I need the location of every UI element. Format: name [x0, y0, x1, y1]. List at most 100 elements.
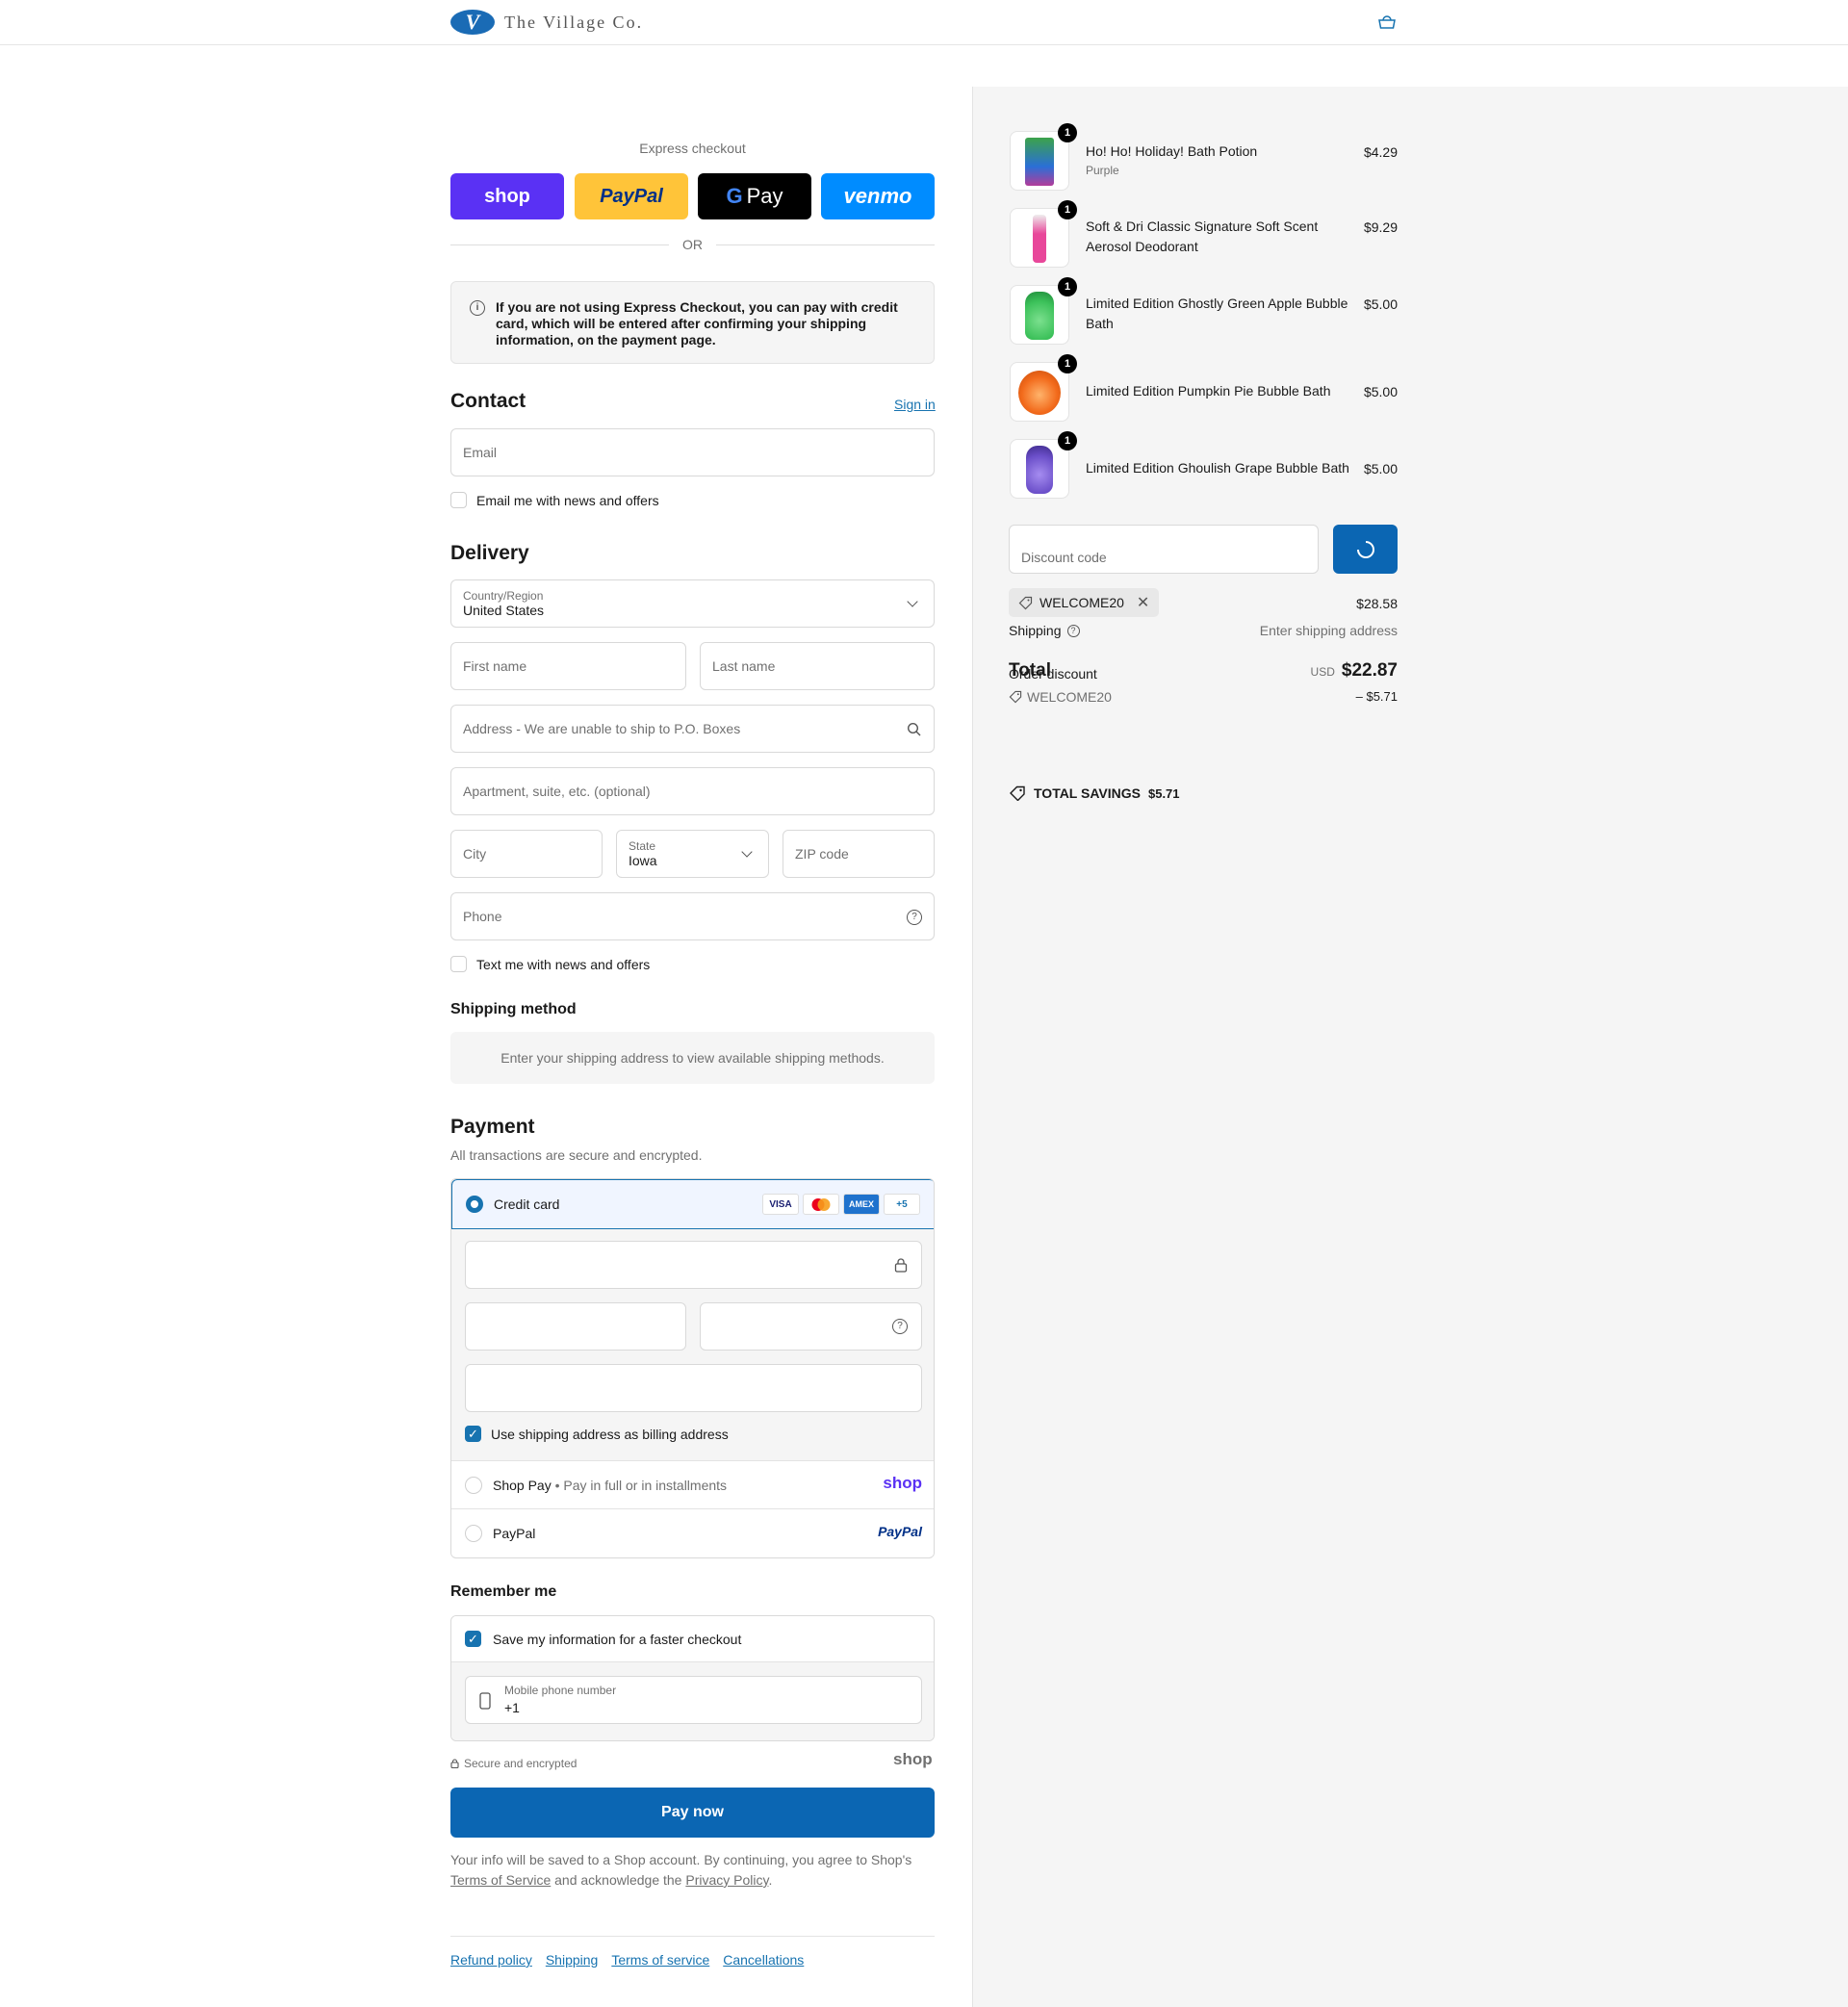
sign-in-link[interactable]: Sign in — [894, 397, 936, 412]
credit-card-radio[interactable] — [466, 1196, 483, 1213]
shop-logo: shop — [893, 1750, 933, 1768]
savings-value: $5.71 — [1147, 785, 1180, 801]
credit-card-option[interactable]: Credit card VISA AMEX +5 — [451, 1179, 934, 1229]
help-icon[interactable]: ? — [892, 1319, 908, 1334]
paypal-logo: PayPal — [878, 1524, 922, 1539]
last-name-field[interactable]: Last name — [700, 642, 935, 690]
express-notice: i If you are not using Express Checkout,… — [450, 281, 935, 364]
expiration-field[interactable] — [465, 1302, 686, 1351]
shop-pay-label: shop — [484, 185, 530, 207]
billing-checkbox[interactable]: ✓ — [465, 1426, 481, 1442]
apartment-field[interactable]: Apartment, suite, etc. (optional) — [450, 767, 935, 815]
shop-pay-option[interactable]: Shop Pay • Pay in full or in installment… — [451, 1460, 934, 1508]
save-info-label: Save my information for a faster checkou… — [493, 1632, 742, 1647]
total-value: $22.87 — [1341, 660, 1398, 681]
product-image — [1026, 446, 1053, 494]
zip-field[interactable]: ZIP code — [783, 830, 935, 878]
product-image — [1025, 292, 1054, 340]
total-label: Total — [1009, 660, 1051, 681]
mobile-phone-field[interactable]: Mobile phone number +1 — [465, 1676, 922, 1724]
legal-part1: Your info will be saved to a Shop accoun… — [450, 1852, 912, 1867]
phone-icon — [479, 1692, 491, 1710]
card-form: ? ✓ Use shipping address as billing addr… — [451, 1229, 934, 1460]
google-pay-button[interactable]: G Pay — [698, 173, 811, 219]
address-field[interactable]: Address - We are unable to ship to P.O. … — [450, 705, 935, 753]
refund-policy-link[interactable]: Refund policy — [450, 1952, 532, 1968]
cart-item-name: Soft & Dri Classic Signature Soft Scent … — [1086, 219, 1319, 254]
payment-title: Payment — [450, 1116, 535, 1138]
close-icon[interactable]: ✕ — [1137, 593, 1149, 612]
phone-field[interactable]: Phone ? — [450, 892, 935, 940]
address-placeholder: Address - We are unable to ship to P.O. … — [463, 721, 741, 736]
terms-link[interactable]: Terms of Service — [450, 1872, 551, 1888]
shop-pay-button[interactable]: shop — [450, 173, 564, 219]
first-name-field[interactable]: First name — [450, 642, 686, 690]
product-image — [1018, 371, 1061, 415]
help-icon[interactable]: ? — [907, 910, 922, 925]
subtotal-value: $28.58 — [1356, 596, 1398, 611]
tag-icon — [1010, 785, 1025, 801]
name-on-card-field[interactable] — [465, 1364, 922, 1412]
chevron-down-icon — [907, 596, 918, 607]
state-value: Iowa — [629, 852, 657, 868]
quantity-badge: 1 — [1058, 200, 1077, 219]
security-code-field[interactable]: ? — [700, 1302, 922, 1351]
bag-icon[interactable] — [1376, 13, 1398, 31]
applied-code: WELCOME20 — [1040, 595, 1124, 610]
email-field[interactable]: Email — [450, 428, 935, 476]
header: V The Village Co. — [0, 0, 1848, 45]
email-news-row: Email me with news and offers — [450, 492, 659, 508]
cart-item-name: Ho! Ho! Holiday! Bath Potion — [1086, 143, 1258, 159]
email-news-checkbox[interactable] — [450, 492, 467, 508]
order-summary-panel — [972, 87, 1848, 2007]
shipping-policy-link[interactable]: Shipping — [546, 1952, 599, 1968]
shop-pay-radio[interactable] — [465, 1477, 482, 1494]
email-news-label: Email me with news and offers — [476, 492, 659, 508]
privacy-link[interactable]: Privacy Policy — [685, 1872, 768, 1888]
product-thumbnail: 1 — [1010, 277, 1077, 345]
product-thumbnail: 1 — [1010, 123, 1077, 191]
terms-of-service-link[interactable]: Terms of service — [611, 1952, 709, 1968]
state-label: State — [629, 838, 656, 853]
save-info-checkbox[interactable]: ✓ — [465, 1631, 481, 1647]
save-info-row[interactable]: ✓ Save my information for a faster check… — [451, 1616, 934, 1662]
text-news-checkbox[interactable] — [450, 956, 467, 972]
contact-title: Contact — [450, 390, 526, 412]
footer-divider — [450, 1936, 935, 1937]
text-news-label: Text me with news and offers — [476, 956, 651, 972]
help-icon[interactable]: ? — [1066, 624, 1080, 637]
cart-item-name: Limited Edition Pumpkin Pie Bubble Bath — [1086, 383, 1331, 399]
apply-discount-button[interactable] — [1333, 525, 1398, 574]
currency-code: USD — [1310, 665, 1335, 679]
zip-placeholder: ZIP code — [795, 846, 849, 862]
store-logo[interactable]: V The Village Co. — [450, 10, 643, 35]
product-thumbnail: 1 — [1010, 354, 1077, 422]
cart-item-price: $4.29 — [1363, 144, 1398, 160]
cart-item-name: Limited Edition Ghoulish Grape Bubble Ba… — [1086, 460, 1349, 476]
country-label: Country/Region — [463, 588, 544, 603]
visa-icon: VISA — [762, 1194, 799, 1215]
google-g-icon: G — [726, 184, 743, 208]
quantity-badge: 1 — [1058, 431, 1077, 450]
payment-options: Credit card VISA AMEX +5 ? ✓ Use shippin… — [450, 1178, 935, 1558]
cancellations-link[interactable]: Cancellations — [723, 1952, 804, 1968]
venmo-button[interactable]: venmo — [821, 173, 935, 219]
paypal-option[interactable]: PayPal PayPal — [451, 1508, 934, 1557]
tag-icon — [1018, 596, 1033, 609]
cart-item-price: $9.29 — [1363, 219, 1398, 235]
google-pay-label: Pay — [746, 184, 783, 208]
mastercard-icon — [803, 1194, 839, 1215]
paypal-radio[interactable] — [465, 1525, 482, 1542]
billing-row: ✓ Use shipping address as billing addres… — [465, 1426, 729, 1442]
state-select[interactable]: State Iowa — [616, 830, 769, 878]
city-field[interactable]: City — [450, 830, 603, 878]
discount-code-field[interactable]: Discount code — [1009, 525, 1319, 574]
cart-item-name: Limited Edition Ghostly Green Apple Bubb… — [1086, 296, 1348, 331]
country-select[interactable]: Country/Region United States — [450, 579, 935, 628]
card-number-field[interactable] — [465, 1241, 922, 1289]
country-value: United States — [463, 602, 545, 618]
paypal-button[interactable]: PayPal — [575, 173, 688, 219]
pay-now-button[interactable]: Pay now — [450, 1788, 935, 1838]
lock-icon — [894, 1258, 908, 1273]
tag-icon — [1009, 690, 1022, 704]
